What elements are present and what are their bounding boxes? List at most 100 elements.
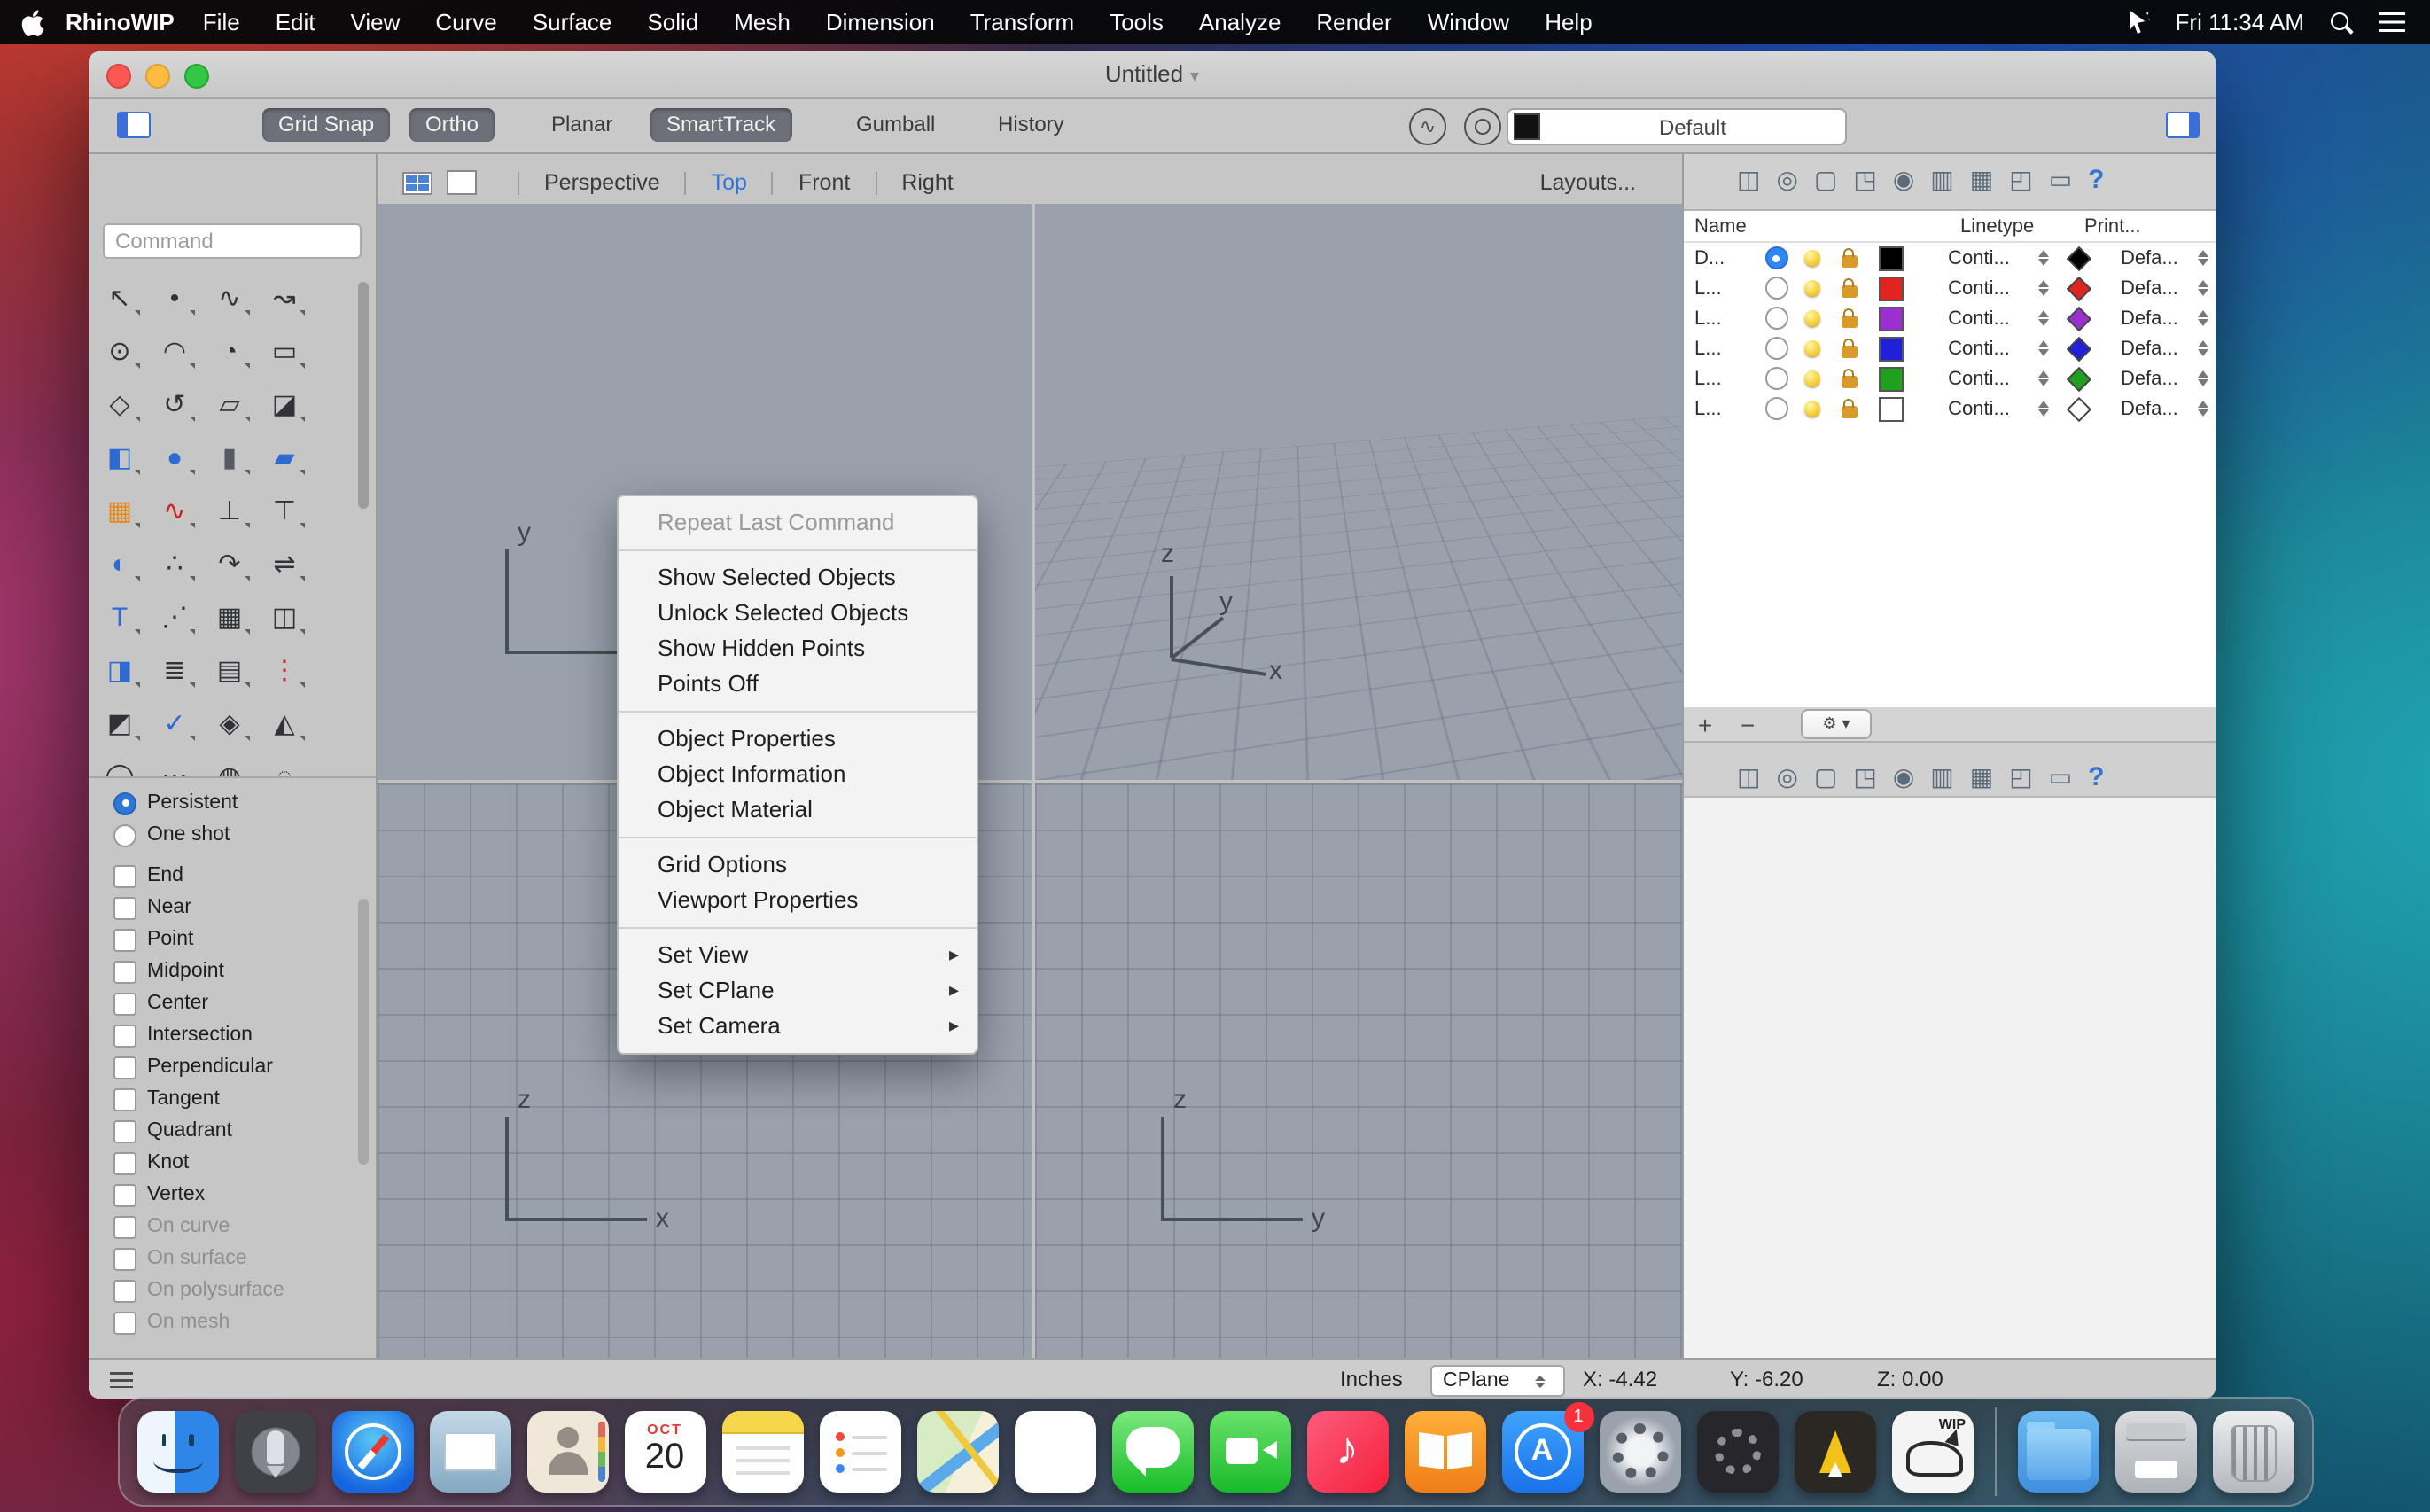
dock-facetime[interactable] — [1209, 1411, 1290, 1493]
stepper-icon[interactable] — [2030, 249, 2056, 267]
layers-icon[interactable]: ◫ — [1737, 761, 1760, 791]
layer-visibility-icon[interactable] — [1795, 310, 1830, 326]
add-layer-button[interactable]: + — [1684, 710, 1726, 738]
layer-options-dropdown[interactable]: ⚙ ▾ — [1801, 709, 1872, 739]
current-layer-radio[interactable] — [1757, 246, 1795, 269]
camera-icon[interactable]: ◉ — [1893, 164, 1914, 194]
select-tool[interactable]: ↖ — [92, 271, 147, 324]
layer-row[interactable]: D... Conti... Defa... — [1684, 243, 2216, 273]
menu-item-set-view[interactable]: Set View ▸ — [619, 938, 977, 973]
menu-view[interactable]: View — [333, 9, 418, 35]
layer-linetype[interactable]: Conti... — [1912, 308, 2030, 329]
menu-solid[interactable]: Solid — [629, 9, 716, 35]
current-layer-radio[interactable] — [1757, 307, 1795, 330]
layer-lock-icon[interactable] — [1830, 247, 1868, 267]
layer-lock-icon[interactable] — [1830, 338, 1868, 357]
plugins-tool[interactable]: ▦ — [92, 484, 147, 537]
rectangle-tool[interactable]: ▭ — [257, 324, 312, 378]
checkbox-icon[interactable] — [113, 896, 136, 919]
layer-linetype[interactable]: Conti... — [1912, 338, 2030, 359]
print-color-diamond-icon[interactable] — [2055, 305, 2103, 331]
layer-visibility-icon[interactable] — [1795, 280, 1830, 296]
smarttrack-toggle[interactable]: SmartTrack — [650, 108, 792, 142]
checkbox-icon[interactable] — [113, 1279, 136, 1302]
osnap-knot[interactable]: Knot — [113, 1149, 189, 1177]
menu-tools[interactable]: Tools — [1092, 9, 1181, 35]
layer-lock-icon[interactable] — [1830, 398, 1868, 417]
stepper-icon[interactable] — [2030, 370, 2056, 387]
osnap-point[interactable]: Point — [113, 925, 193, 954]
menu-curve[interactable]: Curve — [417, 9, 514, 35]
osnap-mode-one-shot[interactable]: One shot — [113, 821, 230, 849]
dock-messages[interactable] — [1111, 1411, 1193, 1493]
radio-icon[interactable] — [113, 823, 136, 846]
osnap-center[interactable]: Center — [113, 989, 208, 1017]
layer-visibility-icon[interactable] — [1795, 340, 1830, 356]
history-toggle[interactable]: History — [982, 108, 1080, 142]
layer-row[interactable]: L... Conti... Defa... — [1684, 333, 2216, 363]
analyze-tool[interactable]: ∿ — [147, 484, 202, 537]
extrude-tool[interactable]: ◭ — [257, 697, 312, 750]
layer-print-width[interactable]: Defa... — [2103, 308, 2191, 329]
dock-contacts[interactable] — [526, 1411, 608, 1493]
menu-item-object-material[interactable]: Object Material — [619, 792, 977, 828]
dock-launchpad[interactable] — [234, 1411, 315, 1493]
osnap-on-polysurface[interactable]: On polysurface — [113, 1276, 284, 1305]
display-mode-dropdown[interactable]: Default — [1507, 108, 1847, 145]
menu-item-unlock-selected-objects[interactable]: Unlock Selected Objects — [619, 596, 977, 631]
print-color-diamond-icon[interactable] — [2055, 275, 2103, 301]
stepper-icon[interactable] — [2190, 249, 2216, 267]
check-tool[interactable]: ✓ — [147, 697, 202, 750]
menu-surface[interactable]: Surface — [515, 9, 630, 35]
menu-analyze[interactable]: Analyze — [1181, 9, 1299, 35]
tab-right[interactable]: Right — [900, 170, 954, 195]
layer-row[interactable]: L... Conti... Defa... — [1684, 273, 2216, 303]
single-viewport-layout-icon[interactable] — [447, 170, 477, 195]
radio-icon[interactable] — [113, 791, 136, 814]
command-input[interactable] — [103, 223, 362, 259]
layers-icon[interactable]: ◫ — [1737, 164, 1760, 194]
checkbox-icon[interactable] — [113, 1311, 136, 1334]
print-color-diamond-icon[interactable] — [2055, 245, 2103, 271]
solid-edit-tool[interactable]: ◨ — [92, 643, 147, 697]
box-tool[interactable]: ◧ — [92, 431, 147, 484]
viewport-perspective[interactable]: z y x — [1035, 204, 1682, 780]
named-views-icon[interactable]: ◰ — [2009, 761, 2032, 791]
osnap-mode-persistent[interactable]: Persistent — [113, 789, 238, 817]
current-layer-radio[interactable] — [1757, 337, 1795, 360]
layer-print-width[interactable]: Defa... — [2103, 338, 2191, 359]
dock-disk-image[interactable] — [2115, 1411, 2196, 1493]
blend-tool[interactable]: ◍ — [202, 750, 257, 776]
curve-circle-tool[interactable]: ◯ — [92, 750, 147, 776]
layer-linetype[interactable]: Conti... — [1912, 277, 2030, 299]
checkbox-icon[interactable] — [113, 928, 136, 951]
layer-lock-icon[interactable] — [1830, 368, 1868, 387]
gumball-toggle[interactable]: Gumball — [840, 108, 951, 142]
display-icon[interactable]: ◎ — [1776, 761, 1797, 791]
cplane-dropdown[interactable]: CPlane — [1430, 1365, 1565, 1397]
osnap-quadrant[interactable]: Quadrant — [113, 1117, 232, 1145]
hatch-tool[interactable]: ≣ — [147, 643, 202, 697]
dock-music[interactable] — [1306, 1411, 1388, 1493]
sweep-tool[interactable]: ◪ — [257, 378, 312, 431]
dock-system-preferences[interactable] — [1599, 1411, 1680, 1493]
curve-tool[interactable]: ∿ — [202, 271, 257, 324]
cylinder-tool[interactable]: ▮ — [202, 431, 257, 484]
checkbox-icon[interactable] — [113, 1151, 136, 1174]
four-viewport-layout-icon[interactable] — [402, 171, 432, 194]
stepper-icon[interactable] — [2190, 370, 2216, 387]
checkbox-icon[interactable] — [113, 960, 136, 983]
circle-tool[interactable]: ⊙ — [92, 324, 147, 378]
osnap-intersection[interactable]: Intersection — [113, 1021, 253, 1049]
menu-mesh[interactable]: Mesh — [716, 9, 808, 35]
minimize-button[interactable] — [145, 64, 170, 89]
point-tool[interactable]: • — [147, 271, 202, 324]
dock-reminders[interactable] — [819, 1411, 900, 1493]
checkbox-icon[interactable] — [113, 1215, 136, 1238]
menu-file[interactable]: File — [185, 9, 258, 35]
dock-calendar[interactable]: OCT 20 — [624, 1411, 705, 1493]
layer-visibility-icon[interactable] — [1795, 370, 1830, 386]
rotate-tool[interactable]: ↷ — [202, 537, 257, 590]
materials-icon[interactable]: ◳ — [1853, 164, 1876, 194]
menu-item-viewport-properties[interactable]: Viewport Properties — [619, 883, 977, 918]
